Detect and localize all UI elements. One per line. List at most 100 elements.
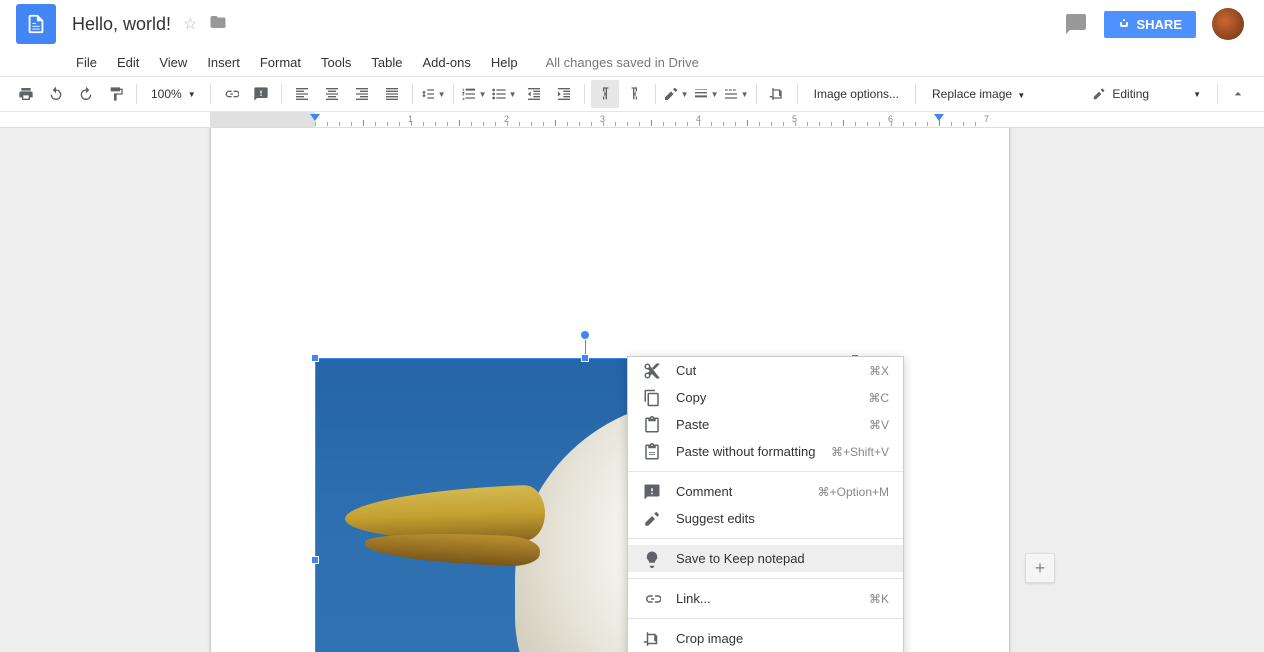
context-menu-shortcut: ⌘C <box>868 391 889 405</box>
context-menu-label: Copy <box>676 390 868 405</box>
save-status: All changes saved in Drive <box>546 55 699 70</box>
context-menu-separator <box>628 618 903 619</box>
separator <box>1217 84 1218 104</box>
editing-mode-dropdown[interactable]: Editing ▼ <box>1082 87 1211 101</box>
context-menu-item-suggest-edits[interactable]: Suggest edits <box>628 505 903 532</box>
bulleted-list-icon[interactable]: ▼ <box>490 80 518 108</box>
border-color-icon[interactable]: ▼ <box>662 80 690 108</box>
redo-icon[interactable] <box>72 80 100 108</box>
numbered-list-icon[interactable]: ▼ <box>460 80 488 108</box>
menu-edit[interactable]: Edit <box>109 51 147 74</box>
avatar[interactable] <box>1212 8 1244 40</box>
separator <box>655 84 656 104</box>
add-button[interactable]: + <box>1025 553 1055 583</box>
image-options-button[interactable]: Image options... <box>804 87 909 101</box>
context-menu-shortcut: ⌘K <box>869 592 889 606</box>
context-menu-item-comment[interactable]: Comment⌘+Option+M <box>628 478 903 505</box>
context-menu-item-paste-without-formatting[interactable]: Paste without formatting⌘+Shift+V <box>628 438 903 465</box>
share-label: SHARE <box>1136 17 1182 32</box>
suggest-icon <box>642 509 662 529</box>
separator <box>136 84 137 104</box>
separator <box>281 84 282 104</box>
rtl-icon[interactable] <box>621 80 649 108</box>
menu-format[interactable]: Format <box>252 51 309 74</box>
share-button[interactable]: SHARE <box>1104 11 1196 38</box>
separator <box>412 84 413 104</box>
crop-icon[interactable] <box>763 80 791 108</box>
context-menu-label: Link... <box>676 591 869 606</box>
line-spacing-icon[interactable]: ▼ <box>419 80 447 108</box>
align-center-icon[interactable] <box>318 80 346 108</box>
keep-icon <box>642 549 662 569</box>
ltr-icon[interactable] <box>591 80 619 108</box>
cut-icon <box>642 361 662 381</box>
folder-icon[interactable] <box>209 13 227 36</box>
align-left-icon[interactable] <box>288 80 316 108</box>
context-menu-shortcut: ⌘V <box>869 418 889 432</box>
menu-addons[interactable]: Add-ons <box>414 51 478 74</box>
document-title[interactable]: Hello, world! <box>72 14 171 35</box>
crop-icon <box>642 629 662 649</box>
zoom-dropdown[interactable]: 100%▼ <box>143 87 204 101</box>
indent-icon[interactable] <box>550 80 578 108</box>
outdent-icon[interactable] <box>520 80 548 108</box>
paste-icon <box>642 415 662 435</box>
separator <box>584 84 585 104</box>
menu-view[interactable]: View <box>151 51 195 74</box>
context-menu-shortcut: ⌘+Shift+V <box>831 445 889 459</box>
toolbar: 100%▼ ▼ ▼ ▼ ▼ ▼ ▼ Image options... Repla… <box>0 76 1264 112</box>
context-menu-label: Crop image <box>676 631 889 646</box>
context-menu-item-link[interactable]: Link...⌘K <box>628 585 903 612</box>
context-menu-shortcut: ⌘X <box>869 364 889 378</box>
align-justify-icon[interactable] <box>378 80 406 108</box>
print-icon[interactable] <box>12 80 40 108</box>
copy-icon <box>642 388 662 408</box>
replace-image-button[interactable]: Replace image ▼ <box>922 87 1035 101</box>
insert-comment-icon[interactable] <box>247 80 275 108</box>
menubar: File Edit View Insert Format Tools Table… <box>0 48 1264 76</box>
context-menu-label: Save to Keep notepad <box>676 551 889 566</box>
context-menu-label: Paste without formatting <box>676 444 831 459</box>
context-menu-label: Suggest edits <box>676 511 889 526</box>
context-menu-separator <box>628 538 903 539</box>
context-menu-item-paste[interactable]: Paste⌘V <box>628 411 903 438</box>
context-menu-item-cut[interactable]: Cut⌘X <box>628 357 903 384</box>
comments-icon[interactable] <box>1064 12 1088 36</box>
context-menu-item-save-to-keep-notepad[interactable]: Save to Keep notepad <box>628 545 903 572</box>
align-right-icon[interactable] <box>348 80 376 108</box>
context-menu-label: Cut <box>676 363 869 378</box>
link-icon <box>642 589 662 609</box>
menu-help[interactable]: Help <box>483 51 526 74</box>
docs-icon[interactable] <box>16 4 56 44</box>
separator <box>453 84 454 104</box>
star-icon[interactable]: ☆ <box>183 14 197 34</box>
menu-insert[interactable]: Insert <box>199 51 248 74</box>
collapse-toolbar-icon[interactable] <box>1224 80 1252 108</box>
paint-format-icon[interactable] <box>102 80 130 108</box>
separator <box>797 84 798 104</box>
paste-plain-icon <box>642 442 662 462</box>
border-dash-icon[interactable]: ▼ <box>722 80 750 108</box>
separator <box>210 84 211 104</box>
resize-handle-tm[interactable] <box>581 354 589 362</box>
ruler[interactable]: 1234567 <box>0 112 1264 128</box>
separator <box>756 84 757 104</box>
context-menu-item-copy[interactable]: Copy⌘C <box>628 384 903 411</box>
menu-file[interactable]: File <box>68 51 105 74</box>
undo-icon[interactable] <box>42 80 70 108</box>
menu-tools[interactable]: Tools <box>313 51 359 74</box>
border-weight-icon[interactable]: ▼ <box>692 80 720 108</box>
context-menu-label: Comment <box>676 484 818 499</box>
rotate-handle[interactable] <box>580 330 590 340</box>
insert-link-icon[interactable] <box>217 80 245 108</box>
resize-handle-tl[interactable] <box>311 354 319 362</box>
resize-handle-ml[interactable] <box>311 556 319 564</box>
context-menu-label: Paste <box>676 417 869 432</box>
menu-table[interactable]: Table <box>363 51 410 74</box>
header: Hello, world! ☆ SHARE <box>0 0 1264 48</box>
canvas: + Cut⌘XCopy⌘CPaste⌘VPaste without format… <box>0 128 1264 652</box>
context-menu: Cut⌘XCopy⌘CPaste⌘VPaste without formatti… <box>627 356 904 652</box>
context-menu-item-crop-image[interactable]: Crop image <box>628 625 903 652</box>
separator <box>915 84 916 104</box>
comment-icon <box>642 482 662 502</box>
